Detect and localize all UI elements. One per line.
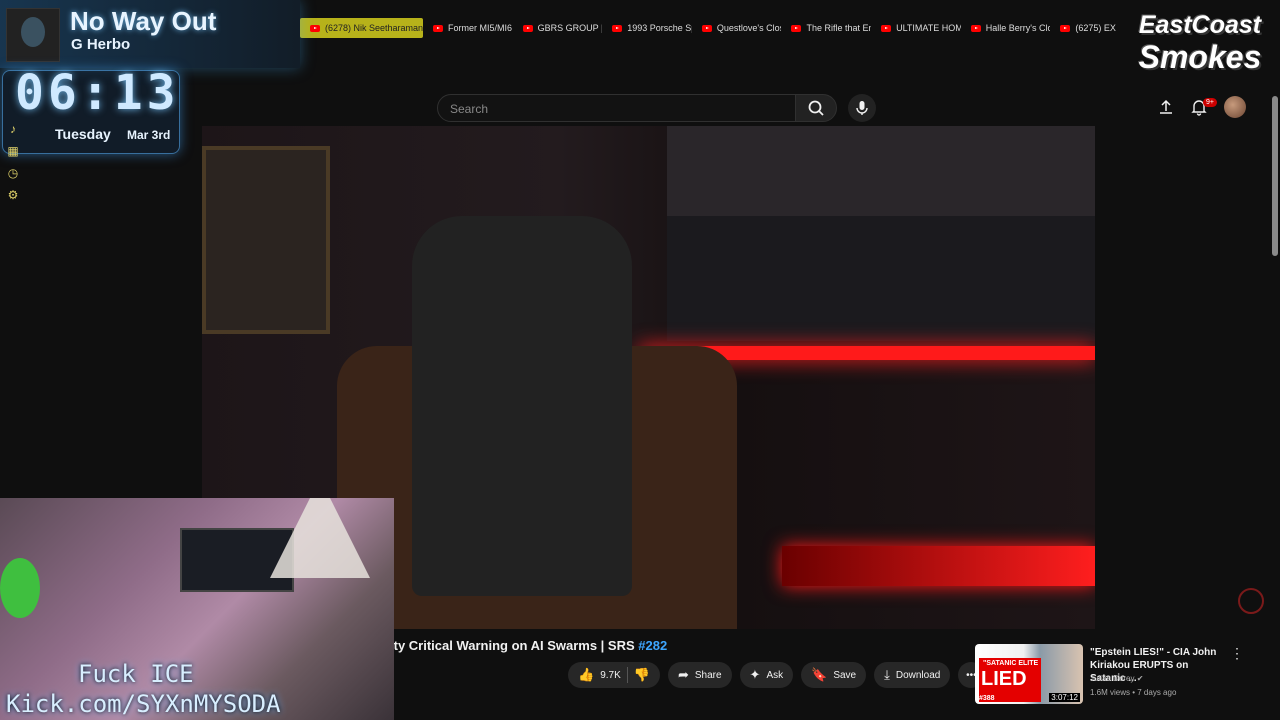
clock-day: Tuesday [55, 126, 111, 142]
divider [626, 667, 628, 683]
clock-date: Mar 3rd [127, 128, 171, 142]
youtube-icon [701, 24, 712, 32]
recommendation-thumbnail[interactable]: "SATANIC ELITE LIED #388 3:07:12 [975, 644, 1083, 704]
download-icon: ⤓ [884, 667, 890, 682]
search-box[interactable] [437, 94, 797, 122]
channel-watermark-icon[interactable] [1238, 588, 1264, 614]
youtube-icon [791, 24, 802, 32]
webcam-overlay [0, 498, 394, 720]
youtube-icon [970, 24, 981, 32]
neon-strip [782, 546, 1095, 586]
like-count[interactable]: 9.7K [600, 670, 621, 681]
album-art [6, 8, 60, 62]
thumbs-up-icon[interactable]: 👍 [578, 667, 594, 683]
like-dislike-group: 👍 9.7K 👎 [568, 662, 660, 688]
bookmark-item[interactable]: Halle Berry's Clo [961, 18, 1050, 38]
bookmark-item[interactable]: 1993 Porsche Sp [602, 18, 692, 38]
apps-grid-icon[interactable]: ▦ [6, 144, 20, 158]
seated-guest [412, 216, 632, 596]
bookmark-item[interactable]: ULTIMATE HOME [871, 18, 961, 38]
bookmark-item[interactable]: GBRS GROUP | [513, 18, 602, 38]
sparkle-icon: ✦ [749, 667, 761, 682]
share-arrow-icon: ➦ [677, 667, 689, 682]
bookmark-icon: 🔖 [811, 667, 828, 682]
bar-shelf [667, 216, 1095, 341]
account-avatar[interactable] [1224, 96, 1246, 118]
framed-painting [202, 146, 330, 334]
webcam-monitor [180, 528, 294, 592]
video-duration: 3:07:12 [1049, 693, 1080, 702]
overlay-text-line1: Fuck ICE [78, 660, 194, 688]
bookmark-item[interactable]: (6278) Nik Seetharaman [300, 18, 423, 38]
video-hashtag[interactable]: #282 [638, 638, 667, 653]
ask-button[interactable]: ✦ Ask [739, 662, 794, 688]
webcam-green-object [0, 558, 40, 618]
browser-side-rail: ♪ ▦ ◷ ⚙ [6, 122, 22, 202]
track-artist: G Herbo [71, 36, 131, 53]
video-title: ity Critical Warning on AI Swarms | SRS … [390, 638, 668, 653]
recommendation-meta: 1.6M views • 7 days ago [1090, 688, 1177, 697]
youtube-icon [881, 24, 892, 32]
search-button[interactable] [795, 94, 837, 122]
search-icon [808, 100, 824, 116]
youtube-icon [432, 24, 443, 32]
bookmark-item[interactable]: Former MI5/MI6 [423, 18, 513, 38]
thumbs-down-icon[interactable]: 👎 [634, 667, 650, 683]
bookmark-item[interactable]: (6275) EX [1050, 18, 1140, 38]
share-button[interactable]: ➦ Share [667, 662, 732, 688]
video-actions: 👍 9.7K 👎 ➦ Share ✦ Ask 🔖 Save ⤓ Download… [568, 662, 985, 688]
settings-gear-icon[interactable]: ⚙ [6, 188, 20, 202]
history-clock-icon[interactable]: ◷ [6, 166, 20, 180]
download-button[interactable]: ⤓ Download [874, 662, 951, 688]
save-button[interactable]: 🔖 Save [801, 662, 867, 688]
verified-check-icon: ✔ [1136, 674, 1144, 683]
youtube-icon [522, 24, 533, 32]
eastcoast-smokes-logo: EastCoast Smokes [1138, 11, 1262, 75]
clock-widget: 06:13 Tuesday Mar 3rd [2, 65, 180, 154]
page-scrollbar[interactable] [1272, 96, 1278, 256]
youtube-icon [1060, 24, 1071, 32]
bookmark-item[interactable]: Questlove's Clos [692, 18, 781, 38]
track-title: No Way Out [70, 6, 217, 36]
search-input[interactable] [448, 101, 752, 117]
overlay-text-line2: Kick.com/SYXnMYSODA [6, 690, 281, 718]
recommendation-channel[interactable]: Julian Dorey ✔ [1090, 674, 1143, 683]
microphone-icon [856, 101, 868, 115]
youtube-icon [612, 24, 623, 32]
now-playing-widget: No Way Out G Herbo [0, 0, 300, 68]
youtube-icon [310, 24, 320, 32]
more-vertical-icon[interactable]: ⋮ [1230, 645, 1244, 662]
voice-search-button[interactable] [848, 94, 876, 122]
bookmarks-bar: (6278) Nik Seetharaman Former MI5/MI6 GB… [300, 16, 1140, 40]
tiktok-icon[interactable]: ♪ [6, 122, 20, 136]
bookmark-item[interactable]: The Rifle that En [781, 18, 871, 38]
clock-time: 06:13 [15, 65, 180, 121]
notification-count-badge: 9+ [1203, 98, 1217, 107]
masthead-actions [1158, 96, 1246, 118]
upload-icon[interactable] [1158, 99, 1174, 115]
